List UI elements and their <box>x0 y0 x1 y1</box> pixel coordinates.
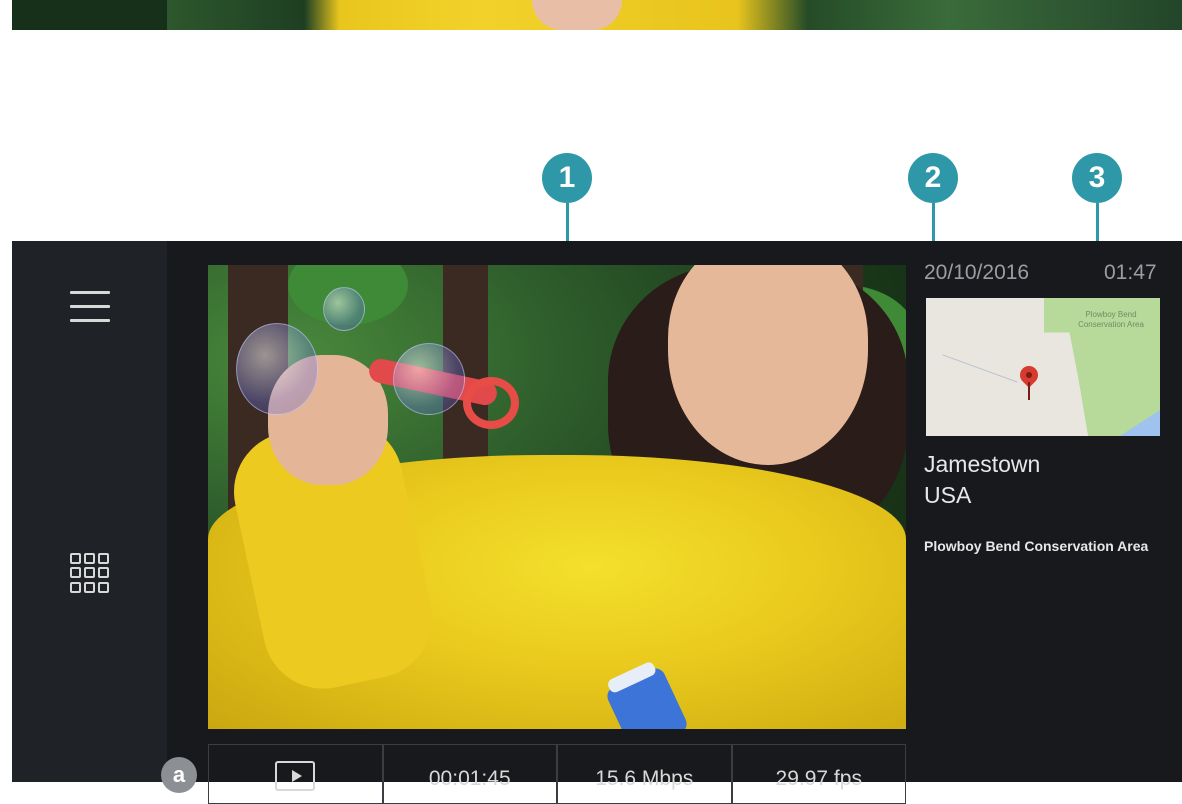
map-area-label: Plowboy Bend Conservation Area <box>1078 310 1144 329</box>
framerate-cell: 29.97 fps <box>731 744 906 804</box>
callout-3: 3 <box>1072 153 1122 203</box>
location-country: USA <box>924 482 972 508</box>
previous-photo-strip <box>12 0 1182 30</box>
callout-a: a <box>161 757 197 793</box>
photo-date: 20/10/2016 <box>924 261 1030 284</box>
video-info-bar: 00:01:45 15.6 Mbps 29.97 fps <box>208 744 906 804</box>
photo-detail-view: 20/10/2016 01:47 Plowboy Bend Conservati… <box>12 241 1182 782</box>
play-button[interactable] <box>208 744 383 804</box>
location-city: Jamestown <box>924 451 1041 477</box>
photo-time: 01:47 <box>1104 261 1157 284</box>
main-photo[interactable] <box>208 265 906 729</box>
play-icon <box>275 761 316 791</box>
location-place: Plowboy Bend Conservation Area <box>924 538 1149 554</box>
hamburger-menu-icon[interactable] <box>70 291 110 323</box>
grid-view-icon[interactable] <box>70 553 110 593</box>
location-name: Jamestown USA <box>924 449 1040 511</box>
bitrate-cell: 15.6 Mbps <box>557 744 732 804</box>
callout-2: 2 <box>908 153 958 203</box>
callout-1: 1 <box>542 153 592 203</box>
location-map[interactable]: Plowboy Bend Conservation Area <box>926 298 1160 436</box>
sidebar <box>12 241 167 782</box>
duration-cell: 00:01:45 <box>382 744 557 804</box>
